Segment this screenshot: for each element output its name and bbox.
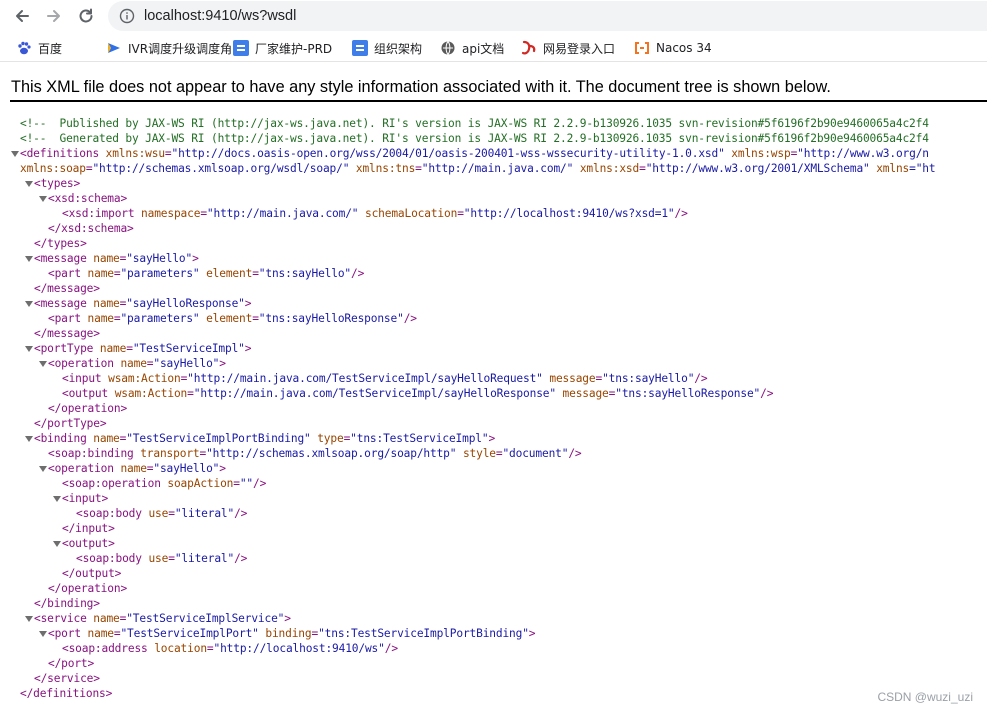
bookmark-org-chart[interactable]: 组织架构 bbox=[352, 38, 422, 58]
xml-element-porttype: <portType name="TestServiceImpl"> bbox=[34, 342, 252, 355]
xml-element-input: <input> bbox=[62, 492, 109, 505]
collapse-toggle-icon[interactable] bbox=[38, 626, 47, 641]
xml-close-operation: </operation> bbox=[48, 402, 128, 415]
bookmark-vendor-prd[interactable]: 厂家维护-PRD bbox=[233, 38, 332, 58]
xml-element-soap-body: <soap:body use="literal"/> bbox=[76, 507, 248, 520]
url-text: localhost:9410/ws?wsdl bbox=[144, 8, 297, 24]
xml-element-service: <service name="TestServiceImplService"> bbox=[34, 612, 291, 625]
doc-icon bbox=[352, 40, 368, 56]
xml-element-soap-body: <soap:body use="literal"/> bbox=[76, 552, 248, 565]
xml-element-definitions-cont: xmlns:soap="http://schemas.xmlsoap.org/w… bbox=[20, 162, 936, 175]
xml-close-output: </output> bbox=[62, 567, 122, 580]
xml-close-types: </types> bbox=[34, 237, 87, 250]
xml-close-message: </message> bbox=[34, 327, 100, 340]
back-button[interactable] bbox=[10, 4, 34, 28]
collapse-toggle-icon[interactable] bbox=[24, 296, 33, 311]
xml-document-tree: <!-- Published by JAX-WS RI (http://jax-… bbox=[0, 116, 987, 706]
baidu-paw-icon bbox=[18, 41, 31, 55]
bookmark-netease-login[interactable]: 网易登录入口 bbox=[521, 38, 615, 58]
xml-element-output: <output wsam:Action="http://main.java.co… bbox=[62, 387, 774, 400]
xml-comment: <!-- Generated by JAX-WS RI (http://jax-… bbox=[20, 132, 929, 145]
xml-element-types: <types> bbox=[34, 177, 81, 190]
xml-element-message: <message name="sayHello"> bbox=[34, 252, 199, 265]
collapse-toggle-icon[interactable] bbox=[38, 191, 47, 206]
globe-icon bbox=[441, 41, 455, 55]
collapse-toggle-icon[interactable] bbox=[38, 461, 47, 476]
arrow-left-icon bbox=[16, 10, 29, 22]
xml-element-soap-address: <soap:address location="http://localhost… bbox=[62, 642, 398, 655]
bookmarks-bar: 百度 IVR调度升级调度角... 厂家维护-PRD 组织架构 api文档 网易登… bbox=[0, 34, 987, 62]
xml-comment: <!-- Published by JAX-WS RI (http://jax-… bbox=[20, 117, 929, 130]
arrow-right-icon bbox=[47, 10, 60, 22]
collapse-toggle-icon[interactable] bbox=[24, 431, 33, 446]
bookmark-arrow-icon bbox=[108, 43, 120, 53]
collapse-toggle-icon[interactable] bbox=[38, 356, 47, 371]
xml-element-operation: <operation name="sayHello"> bbox=[48, 357, 226, 370]
reload-button[interactable] bbox=[74, 4, 98, 28]
xml-close-xsd-schema: </xsd:schema> bbox=[48, 222, 134, 235]
xml-element-operation: <operation name="sayHello"> bbox=[48, 462, 226, 475]
xml-style-notice: This XML file does not appear to have an… bbox=[11, 78, 831, 96]
netease-icon bbox=[521, 40, 536, 55]
bookmark-ivr[interactable]: IVR调度升级调度角... bbox=[106, 38, 244, 58]
address-bar[interactable]: localhost:9410/ws?wsdl bbox=[108, 1, 987, 31]
xml-close-input: </input> bbox=[62, 522, 115, 535]
xml-element-message: <message name="sayHelloResponse"> bbox=[34, 297, 252, 310]
xml-element-output: <output> bbox=[62, 537, 115, 550]
nacos-icon bbox=[635, 42, 649, 54]
xml-close-binding: </binding> bbox=[34, 597, 100, 610]
bookmark-api-docs[interactable]: api文档 bbox=[440, 38, 504, 58]
xml-element-soap-operation: <soap:operation soapAction=""/> bbox=[62, 477, 267, 490]
xml-element-xsd-schema: <xsd:schema> bbox=[48, 192, 128, 205]
collapse-toggle-icon[interactable] bbox=[24, 251, 33, 266]
xml-element-binding: <binding name="TestServiceImplPortBindin… bbox=[34, 432, 496, 445]
info-icon bbox=[119, 8, 135, 24]
forward-button[interactable] bbox=[42, 4, 66, 28]
doc-icon bbox=[233, 40, 249, 56]
xml-close-porttype: </portType> bbox=[34, 417, 107, 430]
xml-close-service: </service> bbox=[34, 672, 100, 685]
xml-element-input: <input wsam:Action="http://main.java.com… bbox=[62, 372, 708, 385]
notice-divider bbox=[10, 100, 987, 102]
xml-element-part: <part name="parameters" element="tns:say… bbox=[48, 267, 365, 280]
xml-element-xsd-import: <xsd:import namespace="http://main.java.… bbox=[62, 207, 688, 220]
reload-icon bbox=[79, 8, 93, 23]
csdn-watermark: CSDN @wuzi_uzi bbox=[877, 690, 973, 704]
xml-close-message: </message> bbox=[34, 282, 100, 295]
xml-close-operation: </operation> bbox=[48, 582, 128, 595]
collapse-toggle-icon[interactable] bbox=[24, 611, 33, 626]
xml-close-definitions: </definitions> bbox=[20, 687, 113, 700]
xml-element-soap-binding: <soap:binding transport="http://schemas.… bbox=[48, 447, 582, 460]
browser-toolbar: localhost:9410/ws?wsdl bbox=[0, 0, 987, 32]
collapse-toggle-icon[interactable] bbox=[24, 176, 33, 191]
bookmark-nacos[interactable]: Nacos 34 bbox=[634, 38, 712, 58]
xml-element-definitions: <definitions xmlns:wsu="http://docs.oasi… bbox=[20, 147, 929, 160]
collapse-toggle-icon[interactable] bbox=[10, 146, 19, 161]
xml-element-part: <part name="parameters" element="tns:say… bbox=[48, 312, 417, 325]
collapse-toggle-icon[interactable] bbox=[52, 491, 61, 506]
collapse-toggle-icon[interactable] bbox=[24, 341, 33, 356]
bookmark-baidu[interactable]: 百度 bbox=[16, 38, 62, 58]
xml-close-port: </port> bbox=[48, 657, 95, 670]
collapse-toggle-icon[interactable] bbox=[52, 536, 61, 551]
xml-element-port: <port name="TestServiceImplPort" binding… bbox=[48, 627, 536, 640]
